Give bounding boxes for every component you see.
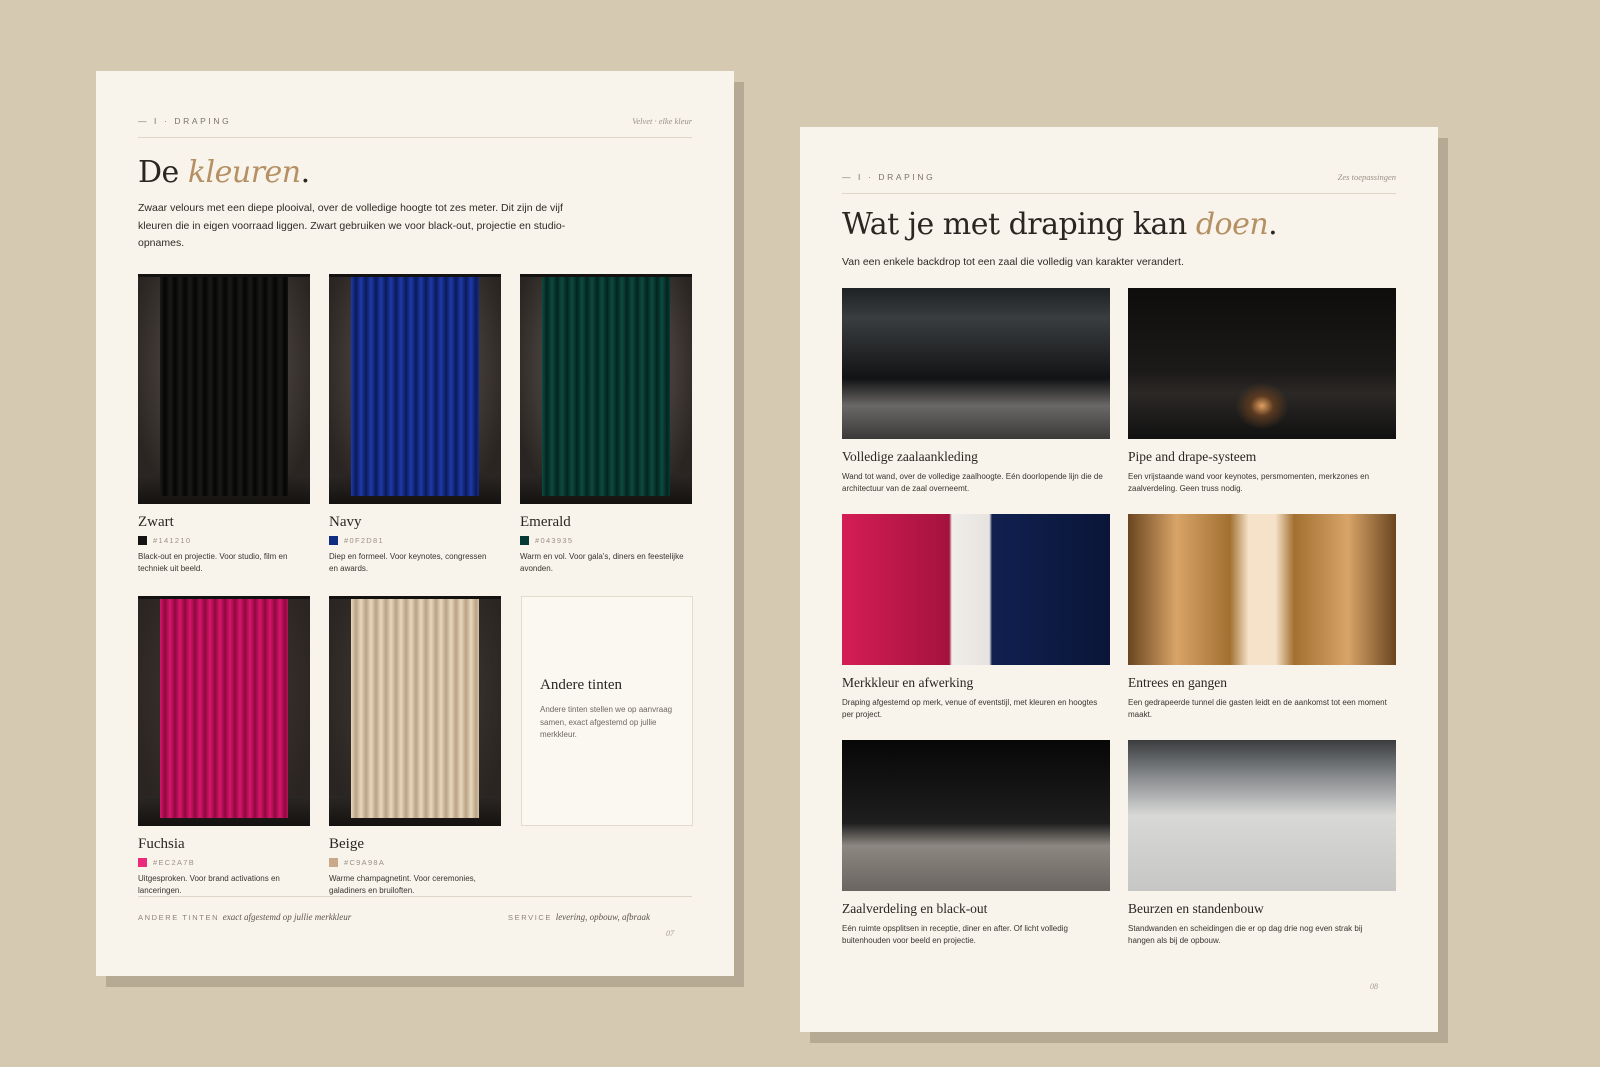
curtain-photo: [138, 596, 310, 826]
color-hex: #EC2A7B: [153, 858, 196, 867]
color-chip: [138, 858, 147, 867]
application-card: Entrees en gangen Een gedrapeerde tunnel …: [1128, 514, 1396, 721]
color-hex: #141210: [153, 536, 192, 545]
curtain-photo: [138, 274, 310, 504]
section-label: — I · DRAPING: [138, 116, 232, 126]
intro-text: Zwaar velours met een diepe plooival, ov…: [138, 202, 566, 249]
color-chip: [329, 536, 338, 545]
application-photo: [1128, 740, 1396, 891]
header-rule: [842, 193, 1396, 194]
footer-left: ANDERE TINTEN exact afgestemd op jullie …: [138, 912, 352, 922]
application-card: Pipe and drape-systeem Een vrijstaande wa…: [1128, 288, 1396, 495]
color-card: Fuchsia #EC2A7B Uitgesproken. Voor brand a…: [138, 596, 310, 897]
page-number: 07: [666, 929, 674, 938]
application-desc: Een vrijstaande wand voor keynotes, pers…: [1128, 472, 1370, 493]
right-running-header: — I · DRAPING Zes toepassingen: [842, 172, 1396, 182]
other-tints-desc: Andere tinten stellen we op aanvraag sam…: [540, 705, 673, 739]
application-card: Zaalverdeling en black-out Eén ruimte ops…: [842, 740, 1110, 947]
color-card: Beige #C9A98A Warme champagnetint. Voor ce…: [329, 596, 501, 897]
right-page: — I · DRAPING Zes toepassingen Wat je me…: [800, 127, 1438, 1032]
left-running-header: — I · DRAPING Velvet · elke kleur: [138, 116, 692, 126]
application-title: Merkkleur en afwerking: [842, 675, 974, 690]
application-desc: Een gedrapeerde tunnel die gasten leidt …: [1128, 698, 1387, 719]
application-card: Volledige zaalaankleding Wand tot wand, o…: [842, 288, 1110, 495]
intro-text: Van een enkele backdrop tot een zaal die…: [842, 256, 1184, 268]
application-title: Pipe and drape-systeem: [1128, 449, 1257, 464]
running-title: Velvet · elke kleur: [632, 116, 692, 126]
color-chip: [520, 536, 529, 545]
color-name: Fuchsia: [138, 836, 185, 852]
color-name: Navy: [329, 514, 362, 530]
left-page: — I · DRAPING Velvet · elke kleur De kle…: [96, 71, 734, 976]
color-name: Beige: [329, 836, 364, 852]
page-title: Wat je met draping kan doen.: [842, 207, 1278, 242]
page-number: 08: [1370, 982, 1378, 991]
application-photo: [842, 514, 1110, 665]
color-card: Zwart #141210 Black-out en projectie. Voor…: [138, 274, 310, 575]
color-hex: #043935: [535, 536, 574, 545]
application-desc: Eén ruimte opsplitsen in receptie, diner…: [842, 924, 1068, 945]
color-chip: [329, 858, 338, 867]
application-photo: [1128, 514, 1396, 665]
other-tints-title: Andere tinten: [540, 677, 623, 693]
running-title: Zes toepassingen: [1337, 172, 1396, 182]
application-card: Merkkleur en afwerking Draping afgestemd …: [842, 514, 1110, 721]
application-title: Entrees en gangen: [1128, 675, 1227, 690]
color-hex: #C9A98A: [344, 858, 386, 867]
color-name: Zwart: [138, 514, 174, 530]
color-desc: Diep en formeel. Voor keynotes, congress…: [329, 552, 487, 573]
other-tints-card: Andere tinten Andere tinten stellen we o…: [521, 596, 693, 826]
application-desc: Standwanden en scheidingen die er op dag…: [1128, 924, 1363, 945]
application-desc: Wand tot wand, over de volledige zaalhoo…: [842, 472, 1103, 493]
color-chip: [138, 536, 147, 545]
application-title: Beurzen en standenbouw: [1128, 901, 1264, 916]
application-photo: [1128, 288, 1396, 439]
application-title: Zaalverdeling en black-out: [842, 901, 988, 916]
application-photo: [842, 740, 1110, 891]
application-title: Volledige zaalaankleding: [842, 449, 978, 464]
color-desc: Warm en vol. Voor gala's, diners en fees…: [520, 552, 684, 573]
color-card: Emerald #043935 Warm en vol. Voor gala's, …: [520, 274, 692, 575]
color-desc: Black-out en projectie. Voor studio, fil…: [138, 552, 288, 573]
page-title: De kleuren.: [138, 155, 310, 190]
section-label: — I · DRAPING: [842, 172, 936, 182]
curtain-photo: [329, 274, 501, 504]
application-desc: Draping afgestemd op merk, venue of even…: [842, 698, 1098, 719]
footer-rule: [138, 896, 692, 897]
curtain-photo: [520, 274, 692, 504]
footer-right: SERVICE levering, opbouw, afbraak: [508, 912, 651, 922]
color-hex: #0F2D81: [344, 536, 384, 545]
header-rule: [138, 137, 692, 138]
color-desc: Warme champagnetint. Voor ceremonies, ga…: [329, 874, 476, 895]
color-name: Emerald: [520, 514, 571, 530]
application-card: Beurzen en standenbouw Standwanden en sch…: [1128, 740, 1396, 947]
color-desc: Uitgesproken. Voor brand activations en …: [138, 874, 280, 895]
curtain-photo: [329, 596, 501, 826]
color-card: Navy #0F2D81 Diep en formeel. Voor keynote…: [329, 274, 501, 575]
application-photo: [842, 288, 1110, 439]
